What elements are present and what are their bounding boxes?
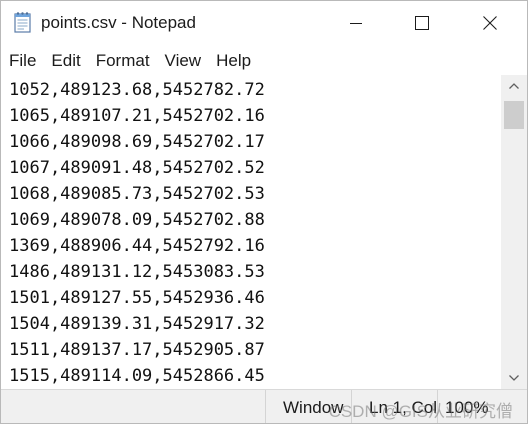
text-line: 1501,489127.55,5452936.46 [9, 288, 265, 308]
text-line: 1067,489091.48,5452702.52 [9, 158, 265, 178]
menu-format[interactable]: Format [88, 47, 157, 75]
menu-file[interactable]: File [1, 47, 43, 75]
text-line: 1486,489131.12,5453083.53 [9, 262, 265, 282]
notepad-icon [13, 11, 33, 33]
text-line: 1065,489107.21,5452702.16 [9, 106, 265, 126]
minimize-icon [350, 23, 362, 24]
text-line: 1066,489098.69,5452702.17 [9, 132, 265, 152]
text-line: 1069,489078.09,5452702.88 [9, 210, 265, 230]
text-line: 1515,489114.09,5452866.45 [9, 366, 265, 386]
text-line: 1068,489085.73,5452702.53 [9, 184, 265, 204]
text-lines: 1052,489123.68,5452782.72 1065,489107.21… [1, 75, 501, 389]
chevron-up-icon [509, 83, 519, 89]
menu-help[interactable]: Help [208, 47, 258, 75]
title-bar[interactable]: points.csv - Notepad [1, 1, 527, 45]
window-title: points.csv - Notepad [41, 13, 196, 32]
scroll-down-button[interactable] [501, 367, 527, 389]
menu-view[interactable]: View [157, 47, 209, 75]
menu-bar: File Edit Format View Help [1, 47, 527, 75]
status-separator [265, 390, 266, 423]
text-editor[interactable]: 1052,489123.68,5452782.72 1065,489107.21… [1, 75, 501, 389]
text-line: 1052,489123.68,5452782.72 [9, 80, 265, 100]
vertical-scrollbar[interactable] [501, 75, 527, 389]
chevron-down-icon [509, 375, 519, 381]
text-line: 1504,489139.31,5452917.32 [9, 314, 265, 334]
menu-edit[interactable]: Edit [43, 47, 87, 75]
text-line: 1511,489137.17,5452905.87 [9, 340, 265, 360]
watermark: CSDN @GIS从业研究僧 [328, 402, 513, 421]
maximize-icon [415, 16, 429, 30]
close-button[interactable] [467, 1, 513, 45]
notepad-window: points.csv - Notepad File Edit Format Vi… [0, 0, 528, 424]
scrollbar-thumb[interactable] [504, 101, 524, 129]
maximize-button[interactable] [399, 1, 445, 45]
minimize-button[interactable] [333, 1, 379, 45]
close-icon [483, 16, 497, 30]
scroll-up-button[interactable] [501, 75, 527, 97]
status-bar: Window Ln 1, Col 100% CSDN @GIS从业研究僧 [1, 389, 527, 423]
text-line: 1369,488906.44,5452792.16 [9, 236, 265, 256]
